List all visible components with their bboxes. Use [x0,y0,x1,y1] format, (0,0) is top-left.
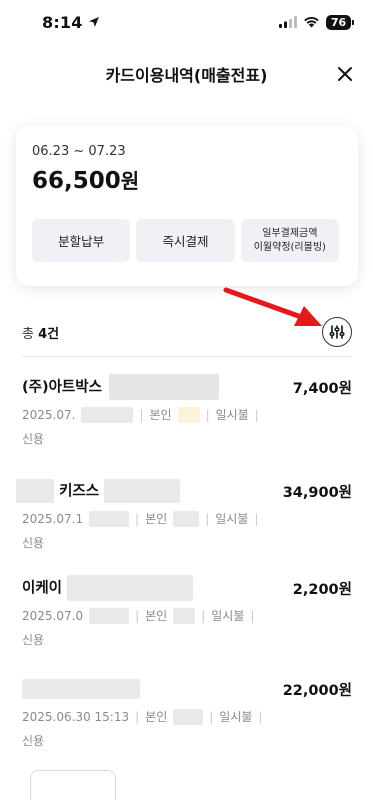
status-time: 8:14 [42,13,100,32]
filter-sliders-icon [329,325,345,339]
revolving-payment-button[interactable]: 일부결제금액 이월약정(리볼빙) [240,219,339,262]
redacted-block [109,374,220,400]
card-kind: 신용 [22,432,45,446]
card-holder: 본인 [145,710,168,724]
transaction-amount: 7,400원 [292,380,352,397]
meta-separator: | [258,709,263,724]
transaction-item[interactable]: 키즈스 34,900원 2025.07.1 | 본인 | 일시불 | 신용 [16,479,352,566]
meta-separator: | [135,608,140,623]
transaction-amount: 34,900원 [282,484,352,501]
redacted-block [22,679,140,700]
redacted-block [177,406,200,423]
meta-separator: | [135,709,140,724]
redacted-block [67,575,194,601]
redacted-block [81,406,134,423]
meta-separator: | [205,511,210,526]
status-icons: 76 [279,14,354,30]
meta-separator: | [209,709,214,724]
merchant-name-text: 키즈스 [59,483,100,500]
transaction-date: 2025.07. [22,407,76,422]
meta-separator: | [205,407,210,422]
payment-type: 일시불 [215,512,249,526]
red-annotation-arrow [223,287,322,326]
installment-payment-button[interactable]: 분할납부 [32,219,131,262]
merchant-name: 이케이 [22,575,194,601]
total-amount: 66,500원 [32,165,342,194]
transaction-count-prefix: 총 [22,326,39,342]
transaction-item[interactable]: (주)아트박스 7,400원 2025.07. | 본인 | 일시불 | 신용 [22,374,352,462]
payment-type: 일시불 [211,609,245,623]
transaction-amount: 2,200원 [292,581,352,598]
transaction-item[interactable]: 이케이 2,200원 2025.07.0 | 본인 | 일시불 | 신용 [22,575,352,663]
redacted-block [104,479,181,503]
redacted-block [89,607,130,624]
meta-separator: | [201,608,206,623]
redacted-block [173,510,200,527]
revolving-label-line1: 일부결제금액 [262,227,318,239]
billing-period: 06.23 ~ 07.23 [32,144,126,159]
list-divider [22,356,352,357]
transaction-date: 2025.07.1 [22,511,84,526]
wifi-icon [304,17,319,28]
page-header: 카드이용내역(매출전표) [0,52,373,96]
close-icon [338,67,352,81]
payment-type: 일시불 [215,408,249,422]
meta-separator: | [254,407,259,422]
billing-summary-card: 06.23 ~ 07.23 66,500원 분할납부 즉시결제 일부결제금액 이… [16,126,358,286]
load-more-button[interactable] [30,770,116,800]
status-bar: 8:14 76 [0,0,373,44]
total-amount-unit: 원 [120,169,140,193]
card-holder: 본인 [145,609,168,623]
transaction-date: 2025.06.30 15:13 [22,709,130,724]
redacted-block [89,510,130,527]
cellular-signal-icon [279,16,297,28]
redacted-block [16,479,54,503]
close-button[interactable] [331,60,359,88]
merchant-name [22,679,140,700]
instant-payment-button[interactable]: 즉시결제 [136,219,235,262]
payment-type: 일시불 [219,710,253,724]
merchant-name-text: 이케이 [22,580,63,597]
card-kind: 신용 [22,633,45,647]
meta-separator: | [139,407,144,422]
redacted-block [173,607,196,624]
card-kind: 신용 [22,536,45,550]
page-title: 카드이용내역(매출전표) [105,66,268,85]
card-holder: 본인 [145,512,168,526]
summary-actions: 분할납부 즉시결제 일부결제금액 이월약정(리볼빙) [32,219,339,262]
transaction-item[interactable]: 22,000원 2025.06.30 15:13 | 본인 | 일시불 | 신용 [22,678,352,764]
meta-separator: | [250,608,255,623]
status-time-text: 8:14 [42,12,83,32]
transaction-amount: 22,000원 [282,682,352,699]
card-kind: 신용 [22,734,45,748]
transaction-count-value: 4건 [38,326,60,342]
total-amount-value: 66,500 [32,168,121,194]
meta-separator: | [135,511,140,526]
filter-button[interactable] [322,317,352,347]
transaction-date: 2025.07.0 [22,608,84,623]
redacted-block [173,708,204,725]
merchant-name-text: (주)아트박스 [22,379,102,396]
merchant-name: 키즈스 [16,479,181,503]
transaction-count: 총 4건 [22,323,59,342]
merchant-name: (주)아트박스 [22,374,220,400]
location-arrow-icon [88,17,99,27]
revolving-label-line2: 이월약정(리볼빙) [253,241,326,253]
battery-indicator: 76 [326,14,354,30]
meta-separator: | [254,511,259,526]
card-holder: 본인 [149,408,172,422]
